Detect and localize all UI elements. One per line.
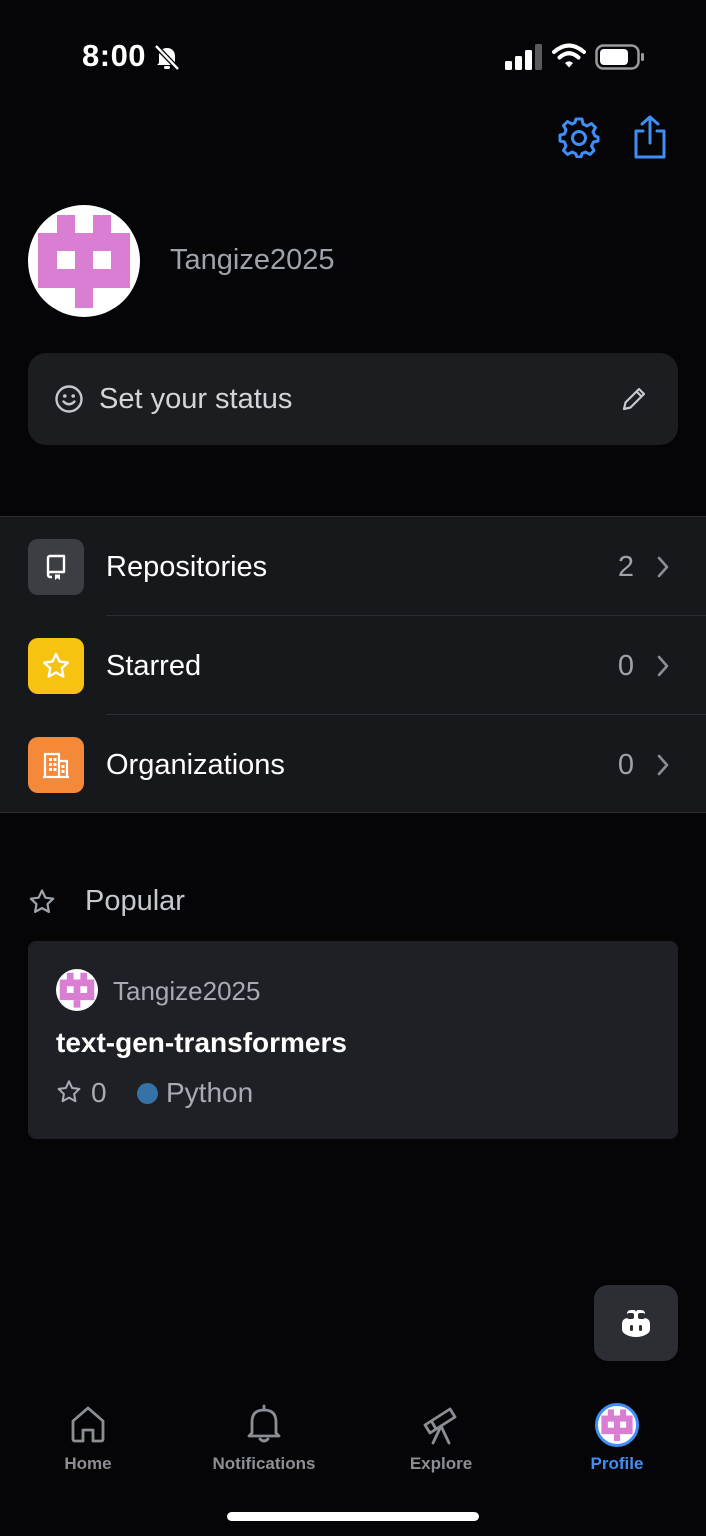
status-placeholder: Set your status: [99, 383, 293, 415]
status-time: 8:00: [82, 38, 147, 73]
repo-name: text-gen-transformers: [56, 1027, 347, 1058]
repo-language: Python: [166, 1077, 254, 1108]
share-icon[interactable]: [630, 114, 670, 160]
copilot-icon: [622, 1310, 650, 1337]
language-color-dot: [137, 1083, 158, 1104]
profile-screen: 8:00 Tangize2025 Set your status Reposit…: [0, 0, 706, 1536]
menu-label: Repositories: [106, 551, 268, 583]
chevron-right-icon: [657, 556, 669, 578]
repo-star-count: 0: [91, 1077, 107, 1108]
chevron-right-icon: [657, 754, 669, 776]
repo-icon: [46, 554, 66, 580]
menu-label: Starred: [106, 650, 202, 682]
copilot-button[interactable]: [594, 1285, 678, 1361]
silent-bell-icon: [154, 44, 180, 71]
star-icon: [43, 652, 69, 678]
tab-label: Notifications: [212, 1454, 316, 1473]
tab-profile[interactable]: Profile: [529, 1403, 705, 1483]
avatar: [595, 1403, 639, 1447]
identicon-image: [601, 1409, 633, 1441]
profile-menu-list: Repositories 2 Starred 0 Organizations 0: [0, 516, 706, 813]
battery-icon: [595, 44, 644, 70]
identicon-image: [37, 214, 131, 308]
starred-tile: [28, 638, 84, 694]
popular-repo-card[interactable]: Tangize2025 text-gen-transformers 0 Pyth…: [28, 941, 678, 1139]
menu-count: 0: [617, 650, 634, 682]
menu-item-starred[interactable]: Starred 0: [0, 616, 706, 715]
tab-notifications[interactable]: Notifications: [176, 1403, 352, 1483]
menu-label: Organizations: [106, 749, 285, 781]
repo-owner: Tangize2025: [113, 976, 261, 1006]
bell-icon: [247, 1404, 281, 1443]
tab-home[interactable]: Home: [0, 1403, 176, 1483]
star-icon: [57, 1080, 81, 1103]
tab-label: Profile: [590, 1454, 644, 1473]
cellular-signal-icon: [505, 44, 542, 70]
menu-item-repositories[interactable]: Repositories 2: [0, 517, 706, 616]
organizations-tile: [28, 737, 84, 793]
profile-avatar[interactable]: [28, 205, 140, 317]
status-bar: 8:00: [0, 0, 706, 110]
settings-gear-icon[interactable]: [558, 116, 600, 158]
telescope-icon: [423, 1407, 457, 1445]
identicon-image: [59, 972, 95, 1008]
home-icon: [71, 1406, 105, 1443]
owner-avatar: [56, 969, 98, 1011]
pencil-icon[interactable]: [620, 385, 648, 413]
tab-explore[interactable]: Explore: [353, 1403, 529, 1483]
repo-tile: [28, 539, 84, 595]
smiley-icon: [55, 385, 83, 413]
organization-icon: [43, 752, 69, 779]
menu-item-organizations[interactable]: Organizations 0: [0, 715, 706, 814]
set-status-button[interactable]: Set your status: [28, 353, 678, 445]
home-indicator[interactable]: [227, 1512, 479, 1521]
tab-label: Explore: [409, 1454, 473, 1473]
wifi-icon: [552, 43, 586, 68]
star-icon: [29, 889, 55, 913]
profile-username: Tangize2025: [170, 244, 335, 276]
popular-heading: Popular: [85, 885, 185, 917]
menu-count: 2: [617, 551, 634, 583]
tab-label: Home: [64, 1454, 112, 1473]
menu-count: 0: [617, 749, 634, 781]
chevron-right-icon: [657, 655, 669, 677]
